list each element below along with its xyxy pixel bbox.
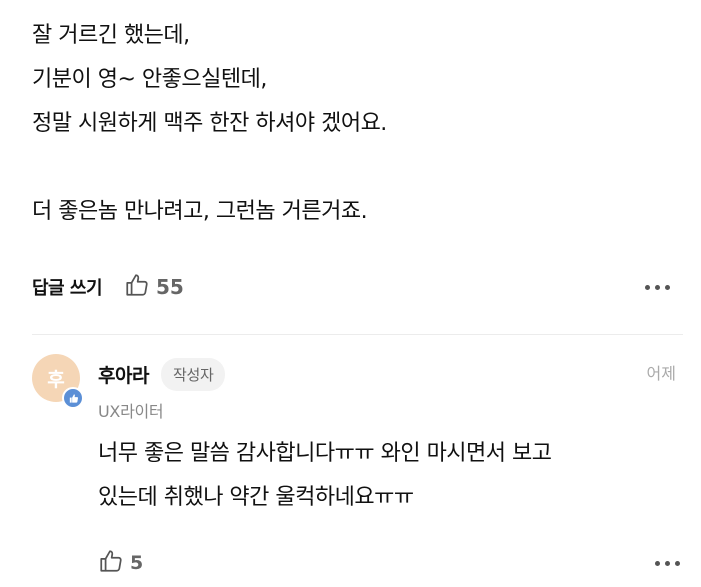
avatar[interactable]: 후 bbox=[32, 354, 84, 409]
comment-line: 기분이 영~ 안좋으실텐데, bbox=[32, 67, 267, 92]
comment-line: 잘 거르긴 했는데, bbox=[32, 23, 190, 48]
like-count: 55 bbox=[156, 275, 184, 299]
comment-line: 정말 시원하게 맥주 한잔 하셔야 겠어요. bbox=[32, 111, 387, 136]
like-button[interactable]: 55 bbox=[124, 272, 184, 302]
comment-body: 잘 거르긴 했는데, 기분이 영~ 안좋으실텐데, 정말 시원하게 맥주 한잔 … bbox=[32, 14, 672, 234]
comment-line-blank bbox=[32, 146, 672, 190]
author-name[interactable]: 후아라 bbox=[98, 361, 149, 388]
more-horizontal-icon[interactable] bbox=[643, 279, 672, 296]
thumbs-up-icon bbox=[98, 548, 124, 578]
divider bbox=[32, 334, 683, 335]
reply-line: 너무 좋은 말씀 감사합니다ㅠㅠ 와인 마시면서 보고 bbox=[98, 441, 552, 466]
verified-check-icon bbox=[62, 387, 84, 409]
reply-like-count: 5 bbox=[130, 552, 144, 574]
timestamp: 어제 bbox=[646, 364, 676, 383]
more-horizontal-icon[interactable] bbox=[653, 555, 682, 572]
reply-like-button[interactable]: 5 bbox=[98, 548, 143, 578]
author-badge: 작성자 bbox=[160, 358, 226, 391]
comment-line: 더 좋은놈 만나려고, 그런놈 거른거죠. bbox=[32, 199, 368, 224]
reply-button[interactable]: 답글 쓰기 bbox=[32, 274, 103, 300]
comment-actions: 답글 쓰기 55 bbox=[32, 270, 672, 304]
thumbs-up-icon bbox=[124, 272, 150, 302]
reply-body: 너무 좋은 말씀 감사합니다ㅠㅠ 와인 마시면서 보고 있는데 취했나 약간 울… bbox=[98, 432, 688, 520]
reply-actions: 5 bbox=[98, 548, 682, 578]
avatar-letter: 후 bbox=[47, 368, 65, 391]
author-title: UX라이터 bbox=[98, 402, 164, 421]
author-row: 후아라 작성자 bbox=[98, 358, 226, 391]
reply-line: 있는데 취했나 약간 울컥하네요ㅠㅠ bbox=[98, 485, 414, 510]
